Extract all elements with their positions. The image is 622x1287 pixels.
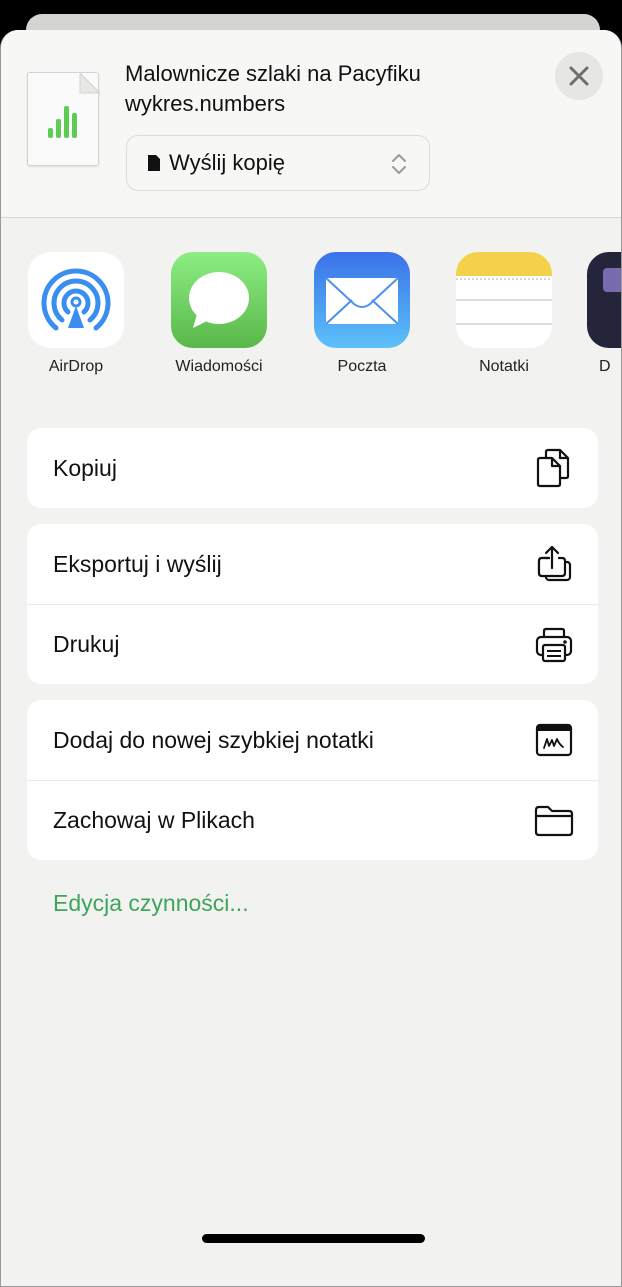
partial-app-icon: [587, 252, 621, 348]
document-filename: wykres.numbers: [125, 91, 286, 116]
document-title: Malownicze szlaki na Pacyfiku: [125, 61, 421, 86]
numbers-chart-document-icon: [27, 72, 100, 166]
action-label: Eksportuj i wyślij: [53, 550, 222, 577]
action-save-to-files[interactable]: Zachowaj w Plikach: [27, 780, 598, 860]
action-group-copy: Kopiuj: [27, 428, 598, 508]
action-print[interactable]: Drukuj: [27, 604, 598, 684]
app-partial[interactable]: D: [587, 252, 621, 376]
document-icon: [148, 155, 160, 171]
close-button[interactable]: [555, 52, 603, 100]
app-messages[interactable]: Wiadomości: [159, 252, 279, 376]
app-label: Notatki: [479, 358, 529, 375]
app-airdrop[interactable]: AirDrop: [16, 252, 136, 376]
action-quick-note[interactable]: Dodaj do nowej szybkiej notatki: [27, 700, 598, 780]
export-share-icon: [532, 542, 576, 586]
home-indicator[interactable]: [202, 1234, 425, 1243]
action-label: Kopiuj: [53, 454, 117, 481]
action-copy[interactable]: Kopiuj: [27, 428, 598, 508]
folder-icon: [532, 799, 576, 843]
airdrop-icon: [28, 252, 124, 348]
send-option-label: Wyślij kopię: [169, 150, 285, 175]
printer-icon: [532, 623, 576, 667]
action-export-share[interactable]: Eksportuj i wyślij: [27, 524, 598, 604]
send-option-picker[interactable]: Wyślij kopię: [126, 135, 430, 191]
action-group-export: Eksportuj i wyślij Drukuj: [27, 524, 598, 684]
app-notes[interactable]: Notatki: [444, 252, 564, 376]
app-share-row: AirDrop Wiadomości Poczta Notatki D: [1, 252, 621, 382]
mail-icon: [314, 252, 410, 348]
app-label: AirDrop: [48, 358, 104, 375]
action-group-save: Dodaj do nowej szybkiej notatki Zachowaj…: [27, 700, 598, 860]
share-sheet: Malownicze szlaki na Pacyfiku wykres.num…: [0, 30, 622, 1287]
action-label: Zachowaj w Plikach: [53, 807, 255, 833]
share-header: Malownicze szlaki na Pacyfiku wykres.num…: [1, 30, 621, 218]
action-label: Drukuj: [53, 631, 120, 657]
app-label: Wiadomości: [175, 358, 263, 375]
app-label: D: [599, 358, 611, 375]
app-label: Poczta: [337, 358, 387, 375]
close-icon: [569, 66, 589, 86]
copy-icon: [532, 446, 576, 490]
chevron-up-down-icon: [392, 154, 406, 174]
action-label: Dodaj do nowej szybkiej notatki: [53, 726, 374, 753]
notes-icon: [456, 252, 552, 348]
quick-note-icon: [532, 718, 576, 762]
app-mail[interactable]: Poczta: [302, 252, 422, 376]
messages-icon: [171, 252, 267, 348]
edit-actions-link[interactable]: Edycja czynności...: [53, 890, 249, 917]
